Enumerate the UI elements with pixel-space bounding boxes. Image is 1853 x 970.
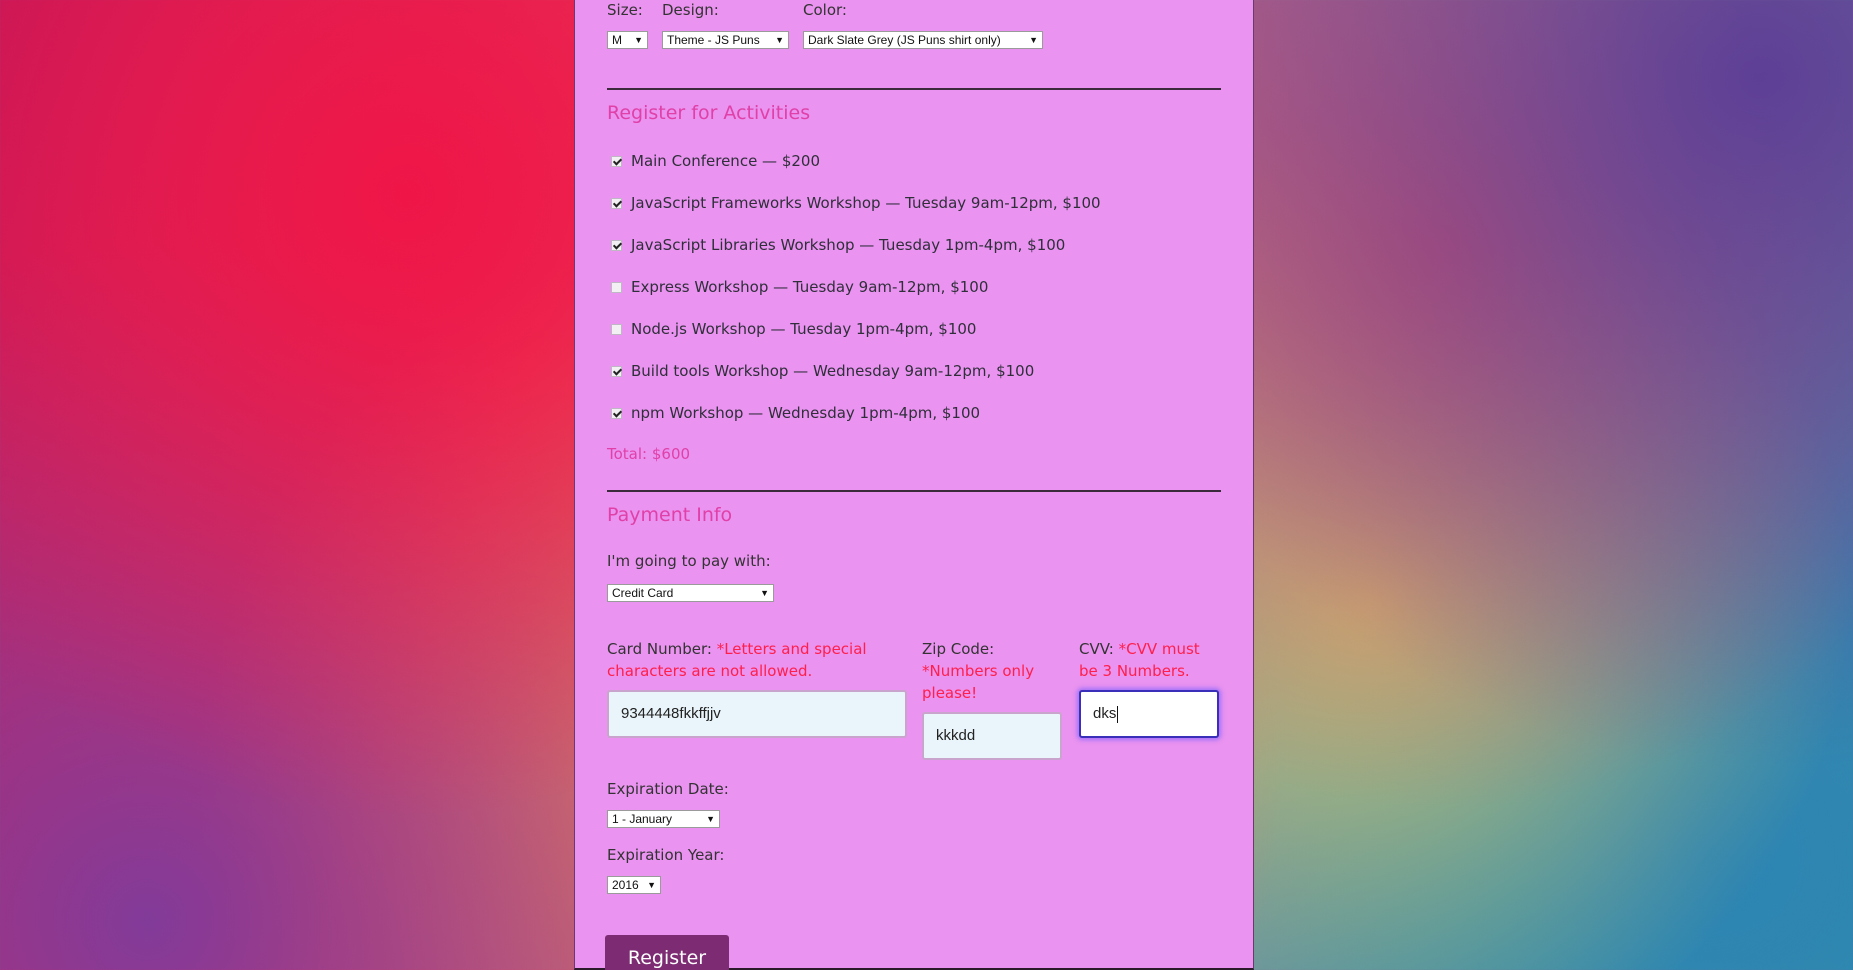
activity-item[interactable]: npm Workshop — Wednesday 1pm-4pm, $100 [611, 403, 980, 423]
chevron-down-icon: ▼ [634, 35, 643, 45]
card-number-value: 9344448fkkffjjv [621, 705, 721, 722]
activity-label: JavaScript Frameworks Workshop — Tuesday… [631, 194, 1101, 212]
zip-value: kkkdd [936, 727, 976, 744]
activity-item[interactable]: Node.js Workshop — Tuesday 1pm-4pm, $100 [611, 319, 976, 339]
activities-total: Total: $600 [607, 445, 691, 463]
registration-form-panel: Size: M ▼ Design: Theme - JS Puns ▼ Colo… [574, 0, 1254, 970]
activities-title: Register for Activities [607, 102, 811, 124]
expiration-month-select[interactable]: 1 - January ▼ [607, 810, 720, 828]
checkbox-checked-icon[interactable] [611, 407, 622, 419]
cvv-value: dks [1093, 705, 1117, 722]
chevron-down-icon: ▼ [706, 814, 715, 824]
section-divider [607, 88, 1221, 90]
cvv-label: CVV: [1079, 640, 1114, 658]
activity-item[interactable]: Build tools Workshop — Wednesday 9am-12p… [611, 361, 1034, 381]
register-button[interactable]: Register [605, 935, 729, 970]
expiration-month-value: 1 - January [612, 812, 673, 826]
zip-input[interactable]: kkkdd [922, 712, 1062, 760]
section-divider [607, 490, 1221, 492]
activity-label: Main Conference — $200 [631, 152, 821, 170]
cvv-input[interactable]: dks [1079, 690, 1219, 738]
design-label: Design: [662, 1, 719, 19]
chevron-down-icon: ▼ [760, 588, 769, 598]
color-label: Color: [803, 1, 847, 19]
checkbox-checked-icon[interactable] [611, 197, 622, 209]
size-select[interactable]: M ▼ [607, 31, 648, 49]
expiration-date-label: Expiration Date: [607, 780, 729, 798]
size-select-value: M [612, 33, 622, 47]
size-label: Size: [607, 1, 643, 19]
expiration-year-value: 2016 [612, 878, 639, 892]
activity-label: Build tools Workshop — Wednesday 9am-12p… [631, 362, 1035, 380]
checkbox-unchecked-icon[interactable] [611, 323, 622, 335]
zip-label-group: Zip Code: *Numbers only please! [922, 638, 1052, 704]
card-number-input[interactable]: 9344448fkkffjjv [607, 690, 907, 738]
checkbox-checked-icon[interactable] [611, 155, 622, 167]
payment-title: Payment Info [607, 504, 733, 526]
activity-label: Express Workshop — Tuesday 9am-12pm, $10… [631, 278, 989, 296]
text-caret [1117, 705, 1119, 723]
payment-method-value: Credit Card [612, 586, 674, 600]
activity-item[interactable]: Express Workshop — Tuesday 9am-12pm, $10… [611, 277, 988, 297]
cvv-label-group: CVV: *CVV must be 3 Numbers. [1079, 638, 1209, 682]
card-number-label-group: Card Number: *Letters and special charac… [607, 638, 877, 682]
activity-item[interactable]: JavaScript Frameworks Workshop — Tuesday… [611, 193, 1101, 213]
activity-label: npm Workshop — Wednesday 1pm-4pm, $100 [631, 404, 981, 422]
chevron-down-icon: ▼ [647, 880, 656, 890]
activity-label: JavaScript Libraries Workshop — Tuesday … [631, 236, 1066, 254]
checkbox-checked-icon[interactable] [611, 239, 622, 251]
checkbox-unchecked-icon[interactable] [611, 281, 622, 293]
expiration-year-select[interactable]: 2016 ▼ [607, 876, 661, 894]
zip-label: Zip Code: [922, 640, 995, 658]
activity-item[interactable]: Main Conference — $200 [611, 151, 820, 171]
activity-item[interactable]: JavaScript Libraries Workshop — Tuesday … [611, 235, 1065, 255]
chevron-down-icon: ▼ [1029, 35, 1038, 45]
zip-error: *Numbers only please! [922, 662, 1035, 702]
card-number-label: Card Number: [607, 640, 712, 658]
checkbox-checked-icon[interactable] [611, 365, 622, 377]
design-select[interactable]: Theme - JS Puns ▼ [662, 31, 789, 49]
payment-method-select[interactable]: Credit Card ▼ [607, 584, 774, 602]
expiration-year-label: Expiration Year: [607, 846, 725, 864]
design-select-value: Theme - JS Puns [667, 33, 760, 47]
chevron-down-icon: ▼ [775, 35, 784, 45]
color-select[interactable]: Dark Slate Grey (JS Puns shirt only) ▼ [803, 31, 1043, 49]
activity-label: Node.js Workshop — Tuesday 1pm-4pm, $100 [631, 320, 977, 338]
payment-method-label: I'm going to pay with: [607, 552, 771, 570]
color-select-value: Dark Slate Grey (JS Puns shirt only) [808, 33, 1001, 47]
